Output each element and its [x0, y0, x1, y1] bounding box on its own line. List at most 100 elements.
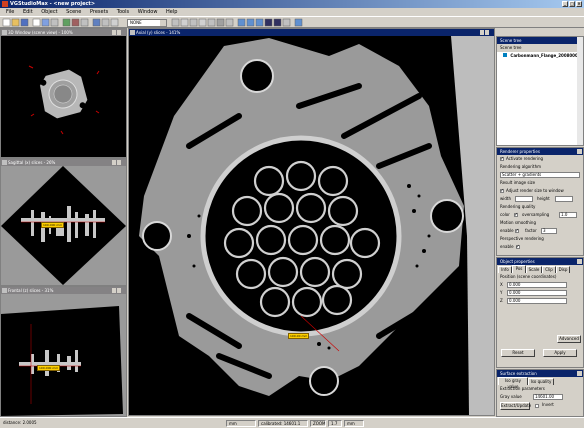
motion-enable-checkbox[interactable]	[515, 227, 519, 235]
tab-pos[interactable]: Pos	[512, 265, 526, 273]
window-icon	[2, 160, 7, 165]
minimize-button[interactable]: _	[562, 1, 568, 7]
status-zoom-label: ZOOM	[310, 420, 326, 427]
window-icon	[2, 30, 7, 35]
scene-tree-root: Scene tree	[497, 44, 583, 52]
motion-label: Motion smoothing	[500, 220, 536, 225]
renderer-properties-title: Renderer properties	[497, 148, 583, 155]
panel-frontal-title-text: Frontal (z) slices - 31%	[8, 288, 54, 293]
color-checkbox[interactable]	[514, 211, 518, 219]
scene-tree-panel: Scene tree Scene tree Carbonmann_Flange_…	[496, 36, 584, 146]
tab-info[interactable]: Info	[498, 266, 512, 273]
scene-tree-title: Scene tree	[497, 37, 583, 44]
x-row: X 0.000	[497, 281, 583, 289]
tab-iso-quality[interactable]: Iso quality	[528, 378, 554, 385]
panel-3d-view[interactable]: 3D Window (scene view) - 100%	[0, 28, 127, 158]
gray-value-input[interactable]: 14601.00	[533, 394, 563, 400]
status-calibrated: calibrated: 14601.1	[258, 420, 308, 427]
scene-tree-item[interactable]: Carbonmann_Flange_20080001	[497, 52, 583, 60]
panel-3d-title-text: 3D Window (scene view) - 100%	[8, 30, 73, 35]
gray-row: Gray value 14601.00	[497, 393, 583, 401]
close-button[interactable]: ×	[576, 1, 582, 7]
adjust-row[interactable]: Adjust render size to window	[497, 187, 583, 195]
oversampling-input[interactable]: 1.0	[559, 212, 577, 218]
panel-frontal-title: Frontal (z) slices - 31%	[1, 287, 126, 300]
panel-buttons[interactable]	[479, 30, 493, 42]
panel-axial-title-text: Axial (y) slices - 141%	[136, 30, 181, 35]
status-zoom-value: 1.7	[328, 420, 342, 427]
panel-buttons[interactable]	[111, 160, 125, 172]
height-input[interactable]	[555, 196, 573, 202]
z-input[interactable]: 0.000	[507, 298, 567, 304]
view-sagittal-canvas[interactable]: 100.000 mm	[1, 166, 126, 285]
advanced-button[interactable]: Advanced	[557, 335, 581, 343]
close-icon[interactable]	[577, 371, 582, 376]
menu-file[interactable]: File	[6, 9, 14, 15]
sagittal-marker-label: 100.000 mm	[41, 222, 65, 228]
invert-checkbox[interactable]	[535, 404, 539, 408]
window-icon	[130, 30, 135, 35]
status-units: mm	[226, 420, 256, 427]
panel-axial[interactable]: Axial (y) slices - 141% 100.00 mm	[128, 28, 495, 416]
panel-sagittal-title-text: Sagittal (x) slices - 26%	[8, 160, 56, 165]
object-properties-panel: Object properties Info Pos Scale Clip Di…	[496, 257, 584, 368]
window-title: VGStudioMax - <new project>	[10, 1, 96, 7]
menu-object[interactable]: Object	[41, 9, 57, 15]
toolbar-combo[interactable]: NONE	[127, 19, 167, 27]
status-bar: distance: 2.0005 mm calibrated: 14601.1 …	[0, 417, 584, 427]
adjust-checkbox[interactable]	[500, 187, 504, 195]
window-icon	[2, 288, 7, 293]
app-titlebar: VGStudioMax - <new project> _ □ ×	[0, 0, 584, 8]
apply-button[interactable]: Apply	[543, 349, 577, 357]
activate-checkbox[interactable]	[500, 155, 504, 163]
factor-input[interactable]: 3	[541, 228, 557, 234]
view-3d-canvas[interactable]	[1, 36, 126, 157]
panel-sagittal[interactable]: Sagittal (x) slices - 26% 100.000 mm	[0, 158, 127, 286]
activate-rendering-row[interactable]: Activate rendering	[497, 155, 583, 163]
menu-edit[interactable]: Edit	[23, 9, 33, 15]
view-frontal-canvas[interactable]: 100.000 mm	[1, 294, 126, 416]
quality-row: color oversampling 1.0	[497, 211, 583, 219]
view-axial-canvas[interactable]: 100.00 mm	[129, 36, 494, 415]
panel-buttons[interactable]	[111, 30, 125, 42]
position-label: Position (scene coordinates)	[500, 274, 557, 279]
menu-presets[interactable]: Presets	[90, 9, 108, 15]
menu-window[interactable]: Window	[138, 9, 158, 15]
algo-select[interactable]: Scatter + gradients	[500, 172, 580, 178]
extract-button[interactable]: Extract/Update	[500, 402, 531, 410]
menu-bar: File Edit Object Scene Presets Tools Win…	[0, 8, 584, 16]
persp-checkbox[interactable]	[515, 243, 520, 251]
algo-row: Scatter + gradients	[497, 171, 583, 179]
status-units-2: mm	[344, 420, 364, 427]
toolbar-combo-value: NONE	[130, 20, 142, 25]
panel-buttons[interactable]	[111, 288, 125, 300]
quality-label: Rendering quality	[500, 204, 536, 209]
close-icon[interactable]	[577, 259, 582, 264]
menu-help[interactable]: Help	[166, 9, 177, 15]
size-row: width height	[497, 195, 583, 203]
close-icon[interactable]	[577, 149, 582, 154]
x-input[interactable]: 0.000	[507, 282, 567, 288]
persp-label: Perspective rendering	[500, 236, 544, 241]
tab-scale[interactable]: Scale	[526, 266, 542, 273]
extraction-params-label: Extraction parameters	[500, 386, 545, 391]
reset-button[interactable]: Reset	[501, 349, 535, 357]
tab-iso-gray[interactable]: Iso gray value	[498, 377, 528, 389]
chevron-down-icon[interactable]	[160, 20, 166, 26]
menu-scene[interactable]: Scene	[66, 9, 81, 15]
menu-tools[interactable]: Tools	[117, 9, 129, 15]
y-row: Y 0.000	[497, 289, 583, 297]
width-input[interactable]	[515, 196, 533, 202]
persp-row[interactable]: enable	[497, 243, 583, 251]
y-input[interactable]: 0.000	[507, 290, 567, 296]
app-icon	[2, 1, 8, 7]
tab-disp[interactable]: Disp	[556, 266, 570, 273]
scene-tree-scrollbar[interactable]	[577, 37, 583, 145]
panel-3d-title: 3D Window (scene view) - 100%	[1, 29, 126, 42]
surface-extraction-title: Surface extraction	[497, 370, 583, 377]
maximize-button[interactable]: □	[569, 1, 575, 7]
object-properties-title: Object properties	[497, 258, 583, 265]
panel-frontal[interactable]: Frontal (z) slices - 31% 100.000 mm	[0, 286, 127, 417]
tab-clip[interactable]: Clip	[542, 266, 556, 273]
algo-label: Rendering algorithm	[500, 164, 542, 169]
